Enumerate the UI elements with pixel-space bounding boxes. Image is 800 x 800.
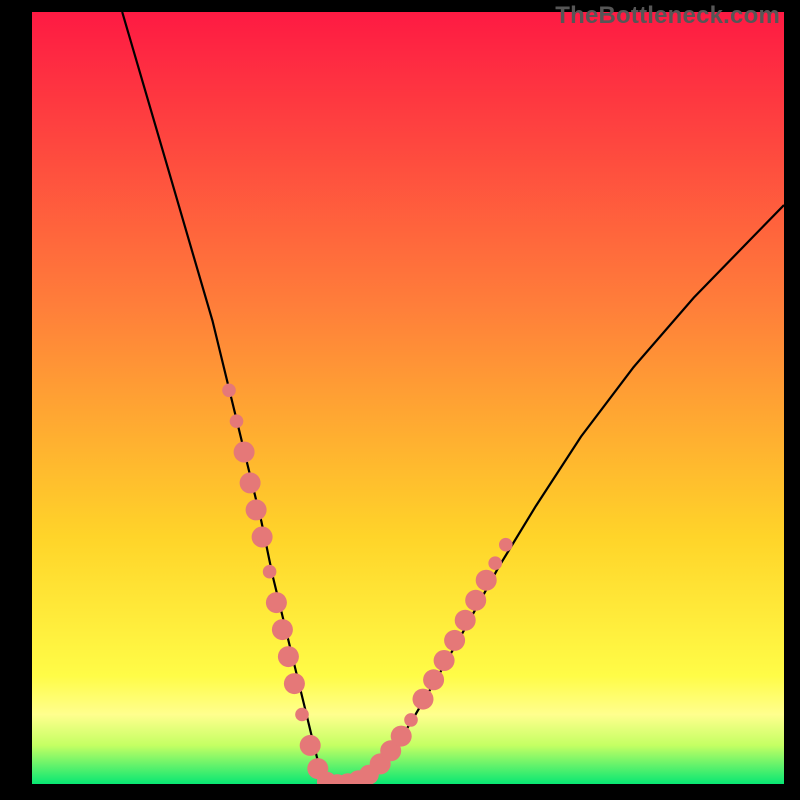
bead-marker xyxy=(230,414,244,428)
bead-marker xyxy=(266,592,287,613)
bead-marker xyxy=(284,673,305,694)
bead-marker xyxy=(476,570,497,591)
bead-marker xyxy=(295,708,309,722)
watermark-text: TheBottleneck.com xyxy=(555,2,780,30)
bead-marker xyxy=(488,556,502,570)
chart-svg xyxy=(32,12,784,784)
bead-marker xyxy=(300,735,321,756)
bead-marker xyxy=(234,442,255,463)
bead-marker xyxy=(240,472,261,493)
bead-marker xyxy=(434,650,455,671)
bead-marker xyxy=(272,619,293,640)
gradient-bg xyxy=(32,12,784,784)
bead-marker xyxy=(413,689,434,710)
bead-marker xyxy=(404,713,418,727)
bead-marker xyxy=(391,726,412,747)
chart-frame xyxy=(32,12,784,784)
bead-marker xyxy=(455,610,476,631)
bead-marker xyxy=(465,590,486,611)
bead-marker xyxy=(246,499,267,520)
bead-marker xyxy=(252,527,273,548)
bead-marker xyxy=(499,538,513,552)
bead-marker xyxy=(423,669,444,690)
bead-marker xyxy=(222,384,236,398)
bead-marker xyxy=(444,630,465,651)
bead-marker xyxy=(278,646,299,667)
bead-marker xyxy=(263,565,277,579)
